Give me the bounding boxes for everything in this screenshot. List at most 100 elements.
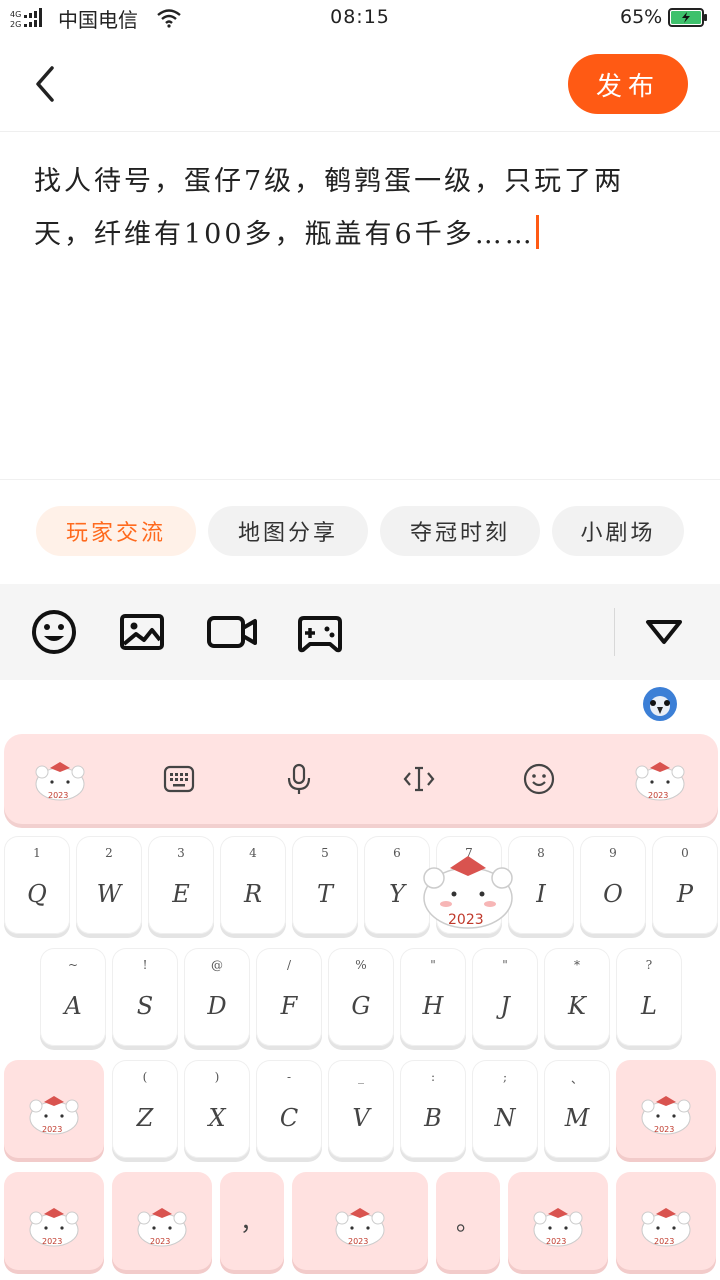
key-alt-label: 9: [609, 846, 617, 860]
key-label: O: [603, 880, 623, 908]
bear-sticker-icon: 2023: [137, 1208, 187, 1247]
publish-button[interactable]: 发布: [568, 54, 688, 114]
key-q[interactable]: 1Q: [4, 836, 70, 934]
key-f[interactable]: / F: [256, 948, 322, 1046]
key-s[interactable]: ! S: [112, 948, 178, 1046]
key-alt-label: 2: [105, 846, 113, 860]
period-key[interactable]: 。: [436, 1172, 500, 1270]
emoji-icon[interactable]: [30, 608, 78, 656]
key-label: V: [352, 1104, 370, 1132]
microphone-icon[interactable]: [282, 762, 316, 796]
keyboard: 2023 2023 1Q 2W 3 E 4 R 5 T 6 Y 7 8 I 9 …: [0, 680, 720, 1280]
backspace-key[interactable]: 2023: [616, 1060, 716, 1158]
key-alt-label: ?: [645, 958, 653, 972]
key-a[interactable]: ~ A: [40, 948, 106, 1046]
symbols-key[interactable]: 2023: [4, 1172, 104, 1270]
image-icon[interactable]: [118, 608, 166, 656]
collapse-down-icon[interactable]: [640, 608, 688, 656]
bear-sticker-icon: 2023: [335, 1208, 385, 1247]
key-label: K: [568, 992, 586, 1020]
key-t[interactable]: 5T: [292, 836, 358, 934]
svg-text:2023: 2023: [648, 791, 668, 800]
key-alt-label: 、: [570, 1072, 583, 1086]
top-bar: 发布: [0, 36, 720, 132]
key-x[interactable]: ) X: [184, 1060, 250, 1158]
key-alt-label: ": [502, 958, 508, 972]
key-m[interactable]: 、 M: [544, 1060, 610, 1158]
svg-text:2023: 2023: [150, 1237, 170, 1246]
key-label: X: [208, 1104, 226, 1132]
svg-text:2023: 2023: [42, 1125, 62, 1134]
key-d[interactable]: @ D: [184, 948, 250, 1046]
keyboard-top-bar: 2023 2023: [4, 734, 718, 824]
language-key[interactable]: 2023: [508, 1172, 608, 1270]
key-z[interactable]: (Z: [112, 1060, 178, 1158]
keyboard-icon[interactable]: [162, 762, 196, 796]
chip-small-theater[interactable]: 小剧场: [552, 506, 684, 556]
key-w[interactable]: 2W: [76, 836, 142, 934]
key-alt-label: -: [286, 1070, 292, 1084]
key-k[interactable]: * K: [544, 948, 610, 1046]
key-p[interactable]: 0P: [652, 836, 718, 934]
key-o[interactable]: 9O: [580, 836, 646, 934]
key-alt-label: 1: [33, 846, 41, 860]
key-label: F: [280, 992, 298, 1020]
space-key[interactable]: 2023: [292, 1172, 428, 1270]
numbers-key[interactable]: 2023: [112, 1172, 212, 1270]
key-alt-label: 5: [321, 846, 329, 860]
chip-victory-moment[interactable]: 夺冠时刻: [380, 506, 540, 556]
key-label: W: [96, 880, 122, 908]
key-label: R: [243, 880, 263, 908]
key-label: ，: [240, 1208, 264, 1236]
chip-map-share[interactable]: 地图分享: [208, 506, 368, 556]
key-r[interactable]: 4R: [220, 836, 286, 934]
battery-percent: 65%: [620, 6, 663, 28]
gamepad-icon[interactable]: [296, 608, 344, 656]
shift-key[interactable]: 2023: [4, 1060, 104, 1158]
key-l[interactable]: ? L: [616, 948, 682, 1046]
key-alt-label: ": [430, 958, 436, 972]
key-g[interactable]: % G: [328, 948, 394, 1046]
enter-key[interactable]: 2023: [616, 1172, 716, 1270]
comma-key[interactable]: ，: [220, 1172, 284, 1270]
key-label: 。: [456, 1208, 480, 1236]
key-label: G: [351, 992, 371, 1020]
key-alt-label: ;: [502, 1070, 508, 1084]
bear-sticker-icon: 2023: [29, 1208, 79, 1247]
key-label: A: [64, 992, 82, 1020]
key-b[interactable]: :B: [400, 1060, 466, 1158]
key-label: S: [136, 992, 154, 1020]
svg-text:2023: 2023: [654, 1125, 674, 1134]
clock: 08:15: [330, 6, 390, 28]
bear-sticker-icon: 2023: [29, 1096, 79, 1135]
key-h[interactable]: " H: [400, 948, 466, 1046]
key-c[interactable]: -C: [256, 1060, 322, 1158]
bear-sticker-icon[interactable]: 2023: [632, 756, 688, 802]
text-cursor: [535, 215, 539, 249]
cursor-icon[interactable]: [402, 762, 436, 796]
key-alt-label: _: [358, 1070, 364, 1084]
key-label: Q: [27, 880, 47, 908]
key-e[interactable]: 3E: [148, 836, 214, 934]
smiley-icon[interactable]: [522, 762, 556, 796]
key-label: Z: [136, 1104, 154, 1132]
svg-text:2023: 2023: [448, 912, 484, 928]
chip-player-chat[interactable]: 玩家交流: [36, 506, 196, 556]
bear-sticker-icon[interactable]: 2023: [32, 756, 88, 802]
video-icon[interactable]: [206, 608, 258, 656]
post-text-area[interactable]: 找人待号，蛋仔7级，鹌鹑蛋一级，只玩了两天，纤维有100多，瓶盖有6千多……: [34, 155, 684, 261]
svg-text:2023: 2023: [654, 1237, 674, 1246]
parrot-logo-icon[interactable]: [642, 686, 678, 722]
svg-text:2023: 2023: [42, 1237, 62, 1246]
key-alt-label: *: [574, 958, 580, 972]
key-n[interactable]: ; N: [472, 1060, 538, 1158]
key-v[interactable]: _ V: [328, 1060, 394, 1158]
chevron-left-icon[interactable]: [24, 62, 68, 106]
key-alt-label: %: [355, 958, 367, 972]
post-editor[interactable]: 找人待号，蛋仔7级，鹌鹑蛋一级，只玩了两天，纤维有100多，瓶盖有6千多……: [0, 133, 720, 479]
svg-text:2023: 2023: [48, 791, 68, 800]
toolbar-separator: [614, 608, 615, 656]
key-label: B: [424, 1104, 442, 1132]
key-j[interactable]: " J: [472, 948, 538, 1046]
battery-icon: [668, 8, 707, 27]
